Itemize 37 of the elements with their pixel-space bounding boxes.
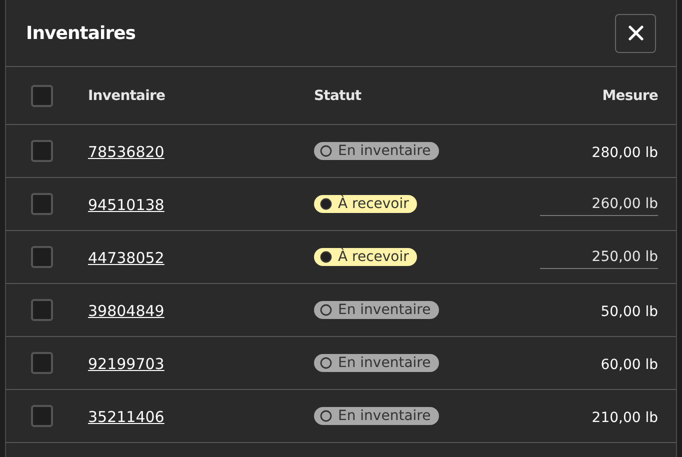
row-checkbox[interactable] (31, 352, 53, 374)
column-header[interactable]: Statut (314, 88, 474, 104)
status-label: En inventaire (338, 302, 431, 318)
measure-field[interactable]: 260,00 lb (540, 196, 658, 216)
dialog-title: Inventaires (26, 22, 136, 44)
row-checkbox[interactable] (31, 193, 53, 215)
measure-value: 50,00 lb (600, 304, 658, 320)
status-label: En inventaire (338, 354, 431, 370)
row-checkbox[interactable] (31, 140, 53, 162)
status-label: En inventaire (338, 142, 431, 158)
measure-value: 60,00 lb (600, 356, 658, 372)
filled-dot-icon (320, 250, 332, 262)
column-header[interactable]: Inventaire (88, 88, 314, 104)
hollow-circle-icon (320, 356, 332, 368)
row-checkbox[interactable] (31, 246, 53, 268)
inventory-link[interactable]: 44738052 (88, 248, 164, 266)
column-header[interactable]: Mesure (474, 88, 658, 104)
filled-dot-icon (320, 198, 332, 210)
row-checkbox[interactable] (31, 299, 53, 321)
status-label: En inventaire (338, 408, 431, 424)
measure-value: 210,00 lb (592, 410, 658, 426)
hollow-circle-icon (320, 410, 332, 422)
inventory-link[interactable]: 35211406 (88, 408, 164, 426)
inventory-link[interactable]: 92199703 (88, 354, 164, 372)
select-all-checkbox[interactable] (31, 84, 53, 106)
inventory-link[interactable]: 94510138 (88, 196, 164, 214)
inventory-link[interactable]: 39804849 (88, 302, 164, 320)
status-label: À recevoir (338, 248, 409, 264)
measure-value: 280,00 lb (592, 144, 658, 160)
measure-field[interactable]: 250,00 lb (540, 248, 658, 268)
inventory-link[interactable]: 78536820 (88, 142, 164, 160)
close-button[interactable] (615, 14, 656, 52)
hollow-circle-icon (320, 144, 332, 156)
row-checkbox[interactable] (31, 405, 53, 427)
hollow-circle-icon (320, 304, 332, 316)
close-icon (628, 25, 644, 41)
status-label: À recevoir (338, 196, 409, 212)
